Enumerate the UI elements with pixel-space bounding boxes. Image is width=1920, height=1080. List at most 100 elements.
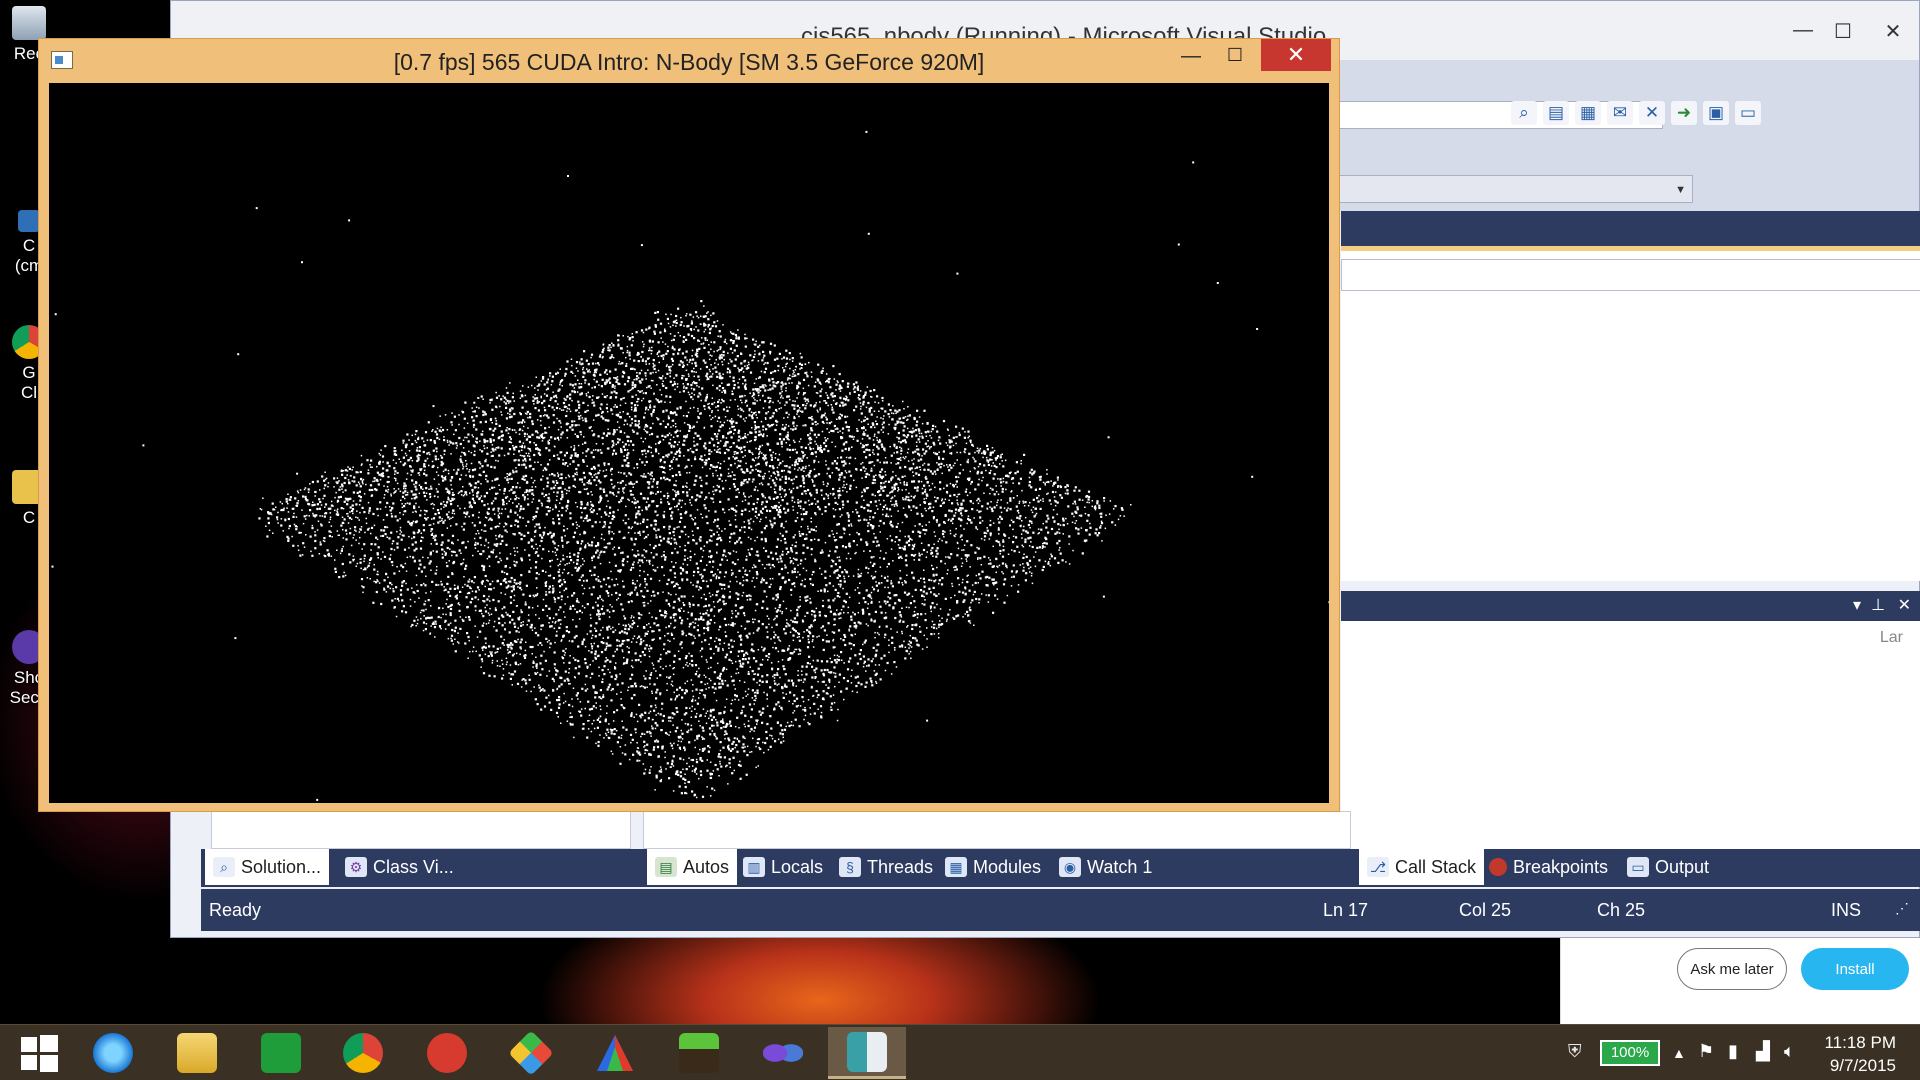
desktop-icon-label: G	[22, 363, 36, 382]
class-view-icon: ⚙	[345, 857, 367, 877]
tab-label: Threads	[867, 856, 934, 877]
internet-explorer-icon	[93, 1033, 133, 1073]
chevron-up-icon[interactable]: ▲	[1672, 1045, 1686, 1061]
taskbar-prism[interactable]	[576, 1027, 654, 1079]
tab-modules[interactable]: ▦ Modules	[937, 849, 1049, 885]
network-icon[interactable]: ▟	[1756, 1041, 1770, 1062]
vs-minimize-button[interactable]: —	[1781, 19, 1825, 47]
find-icon[interactable]: ⌕	[1511, 101, 1537, 125]
store-icon	[261, 1033, 301, 1073]
taskbar-minecraft[interactable]	[660, 1027, 738, 1079]
desktop-icon-label: Cl	[20, 383, 38, 402]
nbody-window-icon	[847, 1031, 887, 1072]
taskbar-nbody-window[interactable]	[828, 1027, 906, 1079]
tab-label: Solution...	[241, 856, 322, 877]
member-combo[interactable]	[1341, 259, 1920, 291]
open-folder-icon[interactable]: ▤	[1543, 101, 1569, 125]
tab-label: Breakpoints	[1513, 856, 1609, 877]
flag-icon[interactable]: ⚑	[1698, 1041, 1714, 1062]
status-column: Col 25	[1459, 900, 1512, 920]
close-icon[interactable]: ✕	[1898, 595, 1911, 615]
toolbox-icon[interactable]: ✉	[1607, 101, 1633, 125]
particle-field	[51, 130, 1329, 801]
taskbar-internet-explorer[interactable]	[74, 1027, 152, 1079]
tab-call-stack[interactable]: ⎇ Call Stack	[1359, 849, 1485, 885]
call-stack-icon: ⎇	[1367, 857, 1389, 877]
call-stack-header: ▾ ⊥ ✕	[1341, 591, 1920, 621]
tab-label: Modules	[973, 856, 1042, 877]
taskbar-mail[interactable]	[408, 1027, 486, 1079]
output-toolbar-icon[interactable]: ▭	[1735, 101, 1761, 125]
tab-output[interactable]: ▭ Output	[1619, 849, 1717, 885]
power-icon[interactable]: ▮	[1728, 1041, 1738, 1062]
tab-watch-1[interactable]: ◉ Watch 1	[1051, 849, 1160, 885]
tab-breakpoints[interactable]: Breakpoints	[1481, 849, 1616, 885]
desktop-icon-label: C	[22, 236, 36, 255]
tab-threads[interactable]: § Threads	[831, 849, 941, 885]
taskbar-visual-studio[interactable]	[744, 1027, 822, 1079]
prism-icon	[597, 1035, 633, 1071]
taskbar-file-explorer[interactable]	[158, 1027, 236, 1079]
cuda-nbody-window: [0.7 fps] 565 CUDA Intro: N-Body [SM 3.5…	[38, 38, 1340, 812]
taskbar-git[interactable]	[492, 1027, 570, 1079]
mail-icon	[427, 1033, 467, 1073]
file-explorer-icon	[177, 1033, 217, 1073]
editor-tab-header	[1341, 211, 1920, 251]
chevron-down-icon[interactable]: ▾	[1853, 595, 1861, 615]
desktop-icon-label: C	[22, 508, 36, 527]
vs-close-button[interactable]: ✕	[1871, 19, 1915, 47]
tab-locals[interactable]: ▥ Locals	[735, 849, 831, 885]
tab-label: Locals	[771, 856, 824, 877]
taskbar-store[interactable]	[242, 1027, 320, 1079]
vs-statusbar: Ready Ln 17 Col 25 Ch 25 INS ⋰	[201, 889, 1920, 931]
shortcut-icon	[18, 210, 40, 232]
tab-label: Watch 1	[1087, 856, 1153, 877]
modules-icon: ▦	[945, 857, 967, 877]
language-column-header: Lar	[1879, 629, 1903, 646]
cuda-minimize-button[interactable]: —	[1171, 45, 1211, 75]
chevron-down-icon: ▼	[1675, 184, 1686, 196]
install-notification: Ask me later Install	[1560, 938, 1920, 1024]
status-ready: Ready	[209, 900, 262, 920]
solution-explorer-icon: ⌕	[213, 857, 235, 877]
taskbar-chrome[interactable]	[324, 1027, 402, 1079]
tab-class-view[interactable]: ⚙ Class Vi...	[337, 849, 462, 885]
git-icon	[508, 1030, 554, 1076]
clock-date[interactable]: 9/7/2015	[1830, 1056, 1896, 1076]
ask-me-later-button[interactable]: Ask me later	[1677, 948, 1787, 990]
tools-icon[interactable]: ✕	[1639, 101, 1665, 125]
taskbar: ⛨ 100% ▲ ⚑ ▮ ▟ 🔈︎ 11:18 PM 9/7/2015	[0, 1024, 1920, 1080]
vs-maximize-button[interactable]: ☐	[1821, 19, 1865, 47]
autos-icon: ▤	[655, 857, 677, 877]
tab-solution-explorer[interactable]: ⌕ Solution...	[205, 849, 330, 885]
cuda-maximize-button[interactable]: ☐	[1215, 45, 1255, 75]
solution-horizontal-scrollbar[interactable]	[211, 811, 631, 849]
security-shield-icon[interactable]: ⛨	[1568, 1041, 1582, 1062]
call-stack-pane: ▾ ⊥ ✕ Lar	[1341, 591, 1920, 849]
watch-icon: ◉	[1059, 857, 1081, 877]
tab-autos[interactable]: ▤ Autos	[647, 849, 738, 885]
cuda-titlebar[interactable]: [0.7 fps] 565 CUDA Intro: N-Body [SM 3.5…	[39, 39, 1339, 83]
start-button[interactable]	[0, 1027, 78, 1079]
output-icon: ▭	[1627, 857, 1649, 877]
autos-horizontal-scrollbar[interactable]	[643, 811, 1351, 849]
system-tray: ⛨ 100% ▲ ⚑ ▮ ▟ 🔈︎ 11:18 PM 9/7/2015	[1520, 1025, 1920, 1080]
nbody-render-canvas[interactable]	[49, 83, 1329, 803]
resize-grip-icon[interactable]: ⋰	[1895, 900, 1909, 917]
status-line: Ln 17	[1323, 900, 1369, 920]
pin-icon[interactable]: ⊥	[1871, 595, 1885, 615]
cuda-close-button[interactable]: ✕	[1261, 39, 1331, 71]
install-button[interactable]: Install	[1801, 948, 1909, 990]
battery-indicator[interactable]: 100%	[1600, 1040, 1660, 1066]
step-into-icon[interactable]: ➜	[1671, 101, 1697, 125]
chrome-icon	[343, 1033, 383, 1073]
cuda-window-title: [0.7 fps] 565 CUDA Intro: N-Body [SM 3.5…	[393, 49, 985, 75]
volume-icon[interactable]: 🔈︎	[1784, 1041, 1795, 1062]
properties-icon[interactable]: ▦	[1575, 101, 1601, 125]
process-combo[interactable]: ▼	[1339, 175, 1693, 203]
status-insert-mode: INS	[1831, 900, 1862, 920]
clock-time[interactable]: 11:18 PM	[1824, 1033, 1896, 1053]
code-editor-pane	[1341, 211, 1920, 581]
layout-icon[interactable]: ▣	[1703, 101, 1729, 125]
recycle-bin-icon	[12, 6, 46, 40]
